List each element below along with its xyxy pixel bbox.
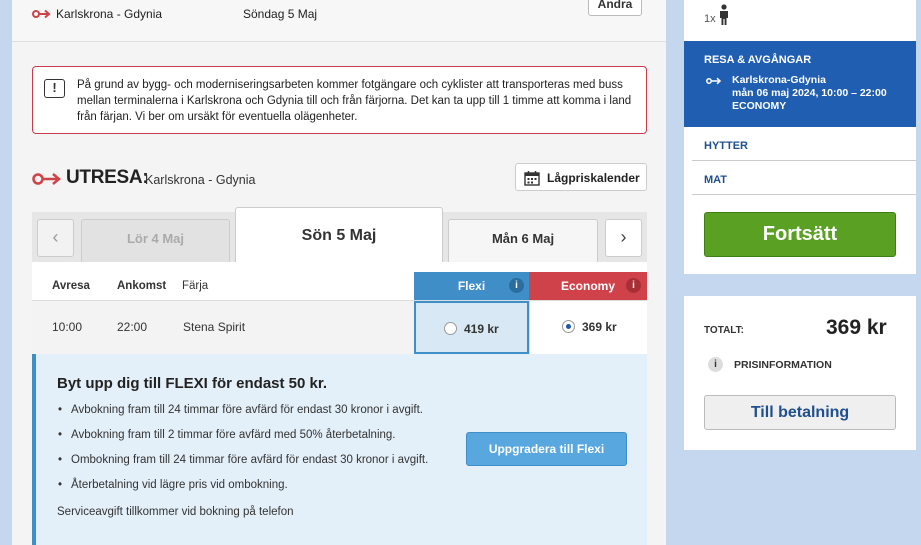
person-icon — [720, 4, 728, 25]
trip-route-line: Karlskrona-Gdynia — [732, 74, 826, 86]
sidebar-item-cabins[interactable]: HYTTER — [704, 140, 748, 152]
previous-dates-button[interactable]: ‹ — [37, 219, 74, 257]
departures-table: Avresa Ankomst Färja Flexi i Economy i 1… — [32, 262, 647, 545]
flexi-radio[interactable] — [444, 322, 457, 335]
outbound-route: Karlskrona - Gdynia — [145, 173, 256, 187]
price-summary-panel: TOTALT: 369 kr i PRISINFORMATION Till be… — [684, 296, 916, 450]
low-price-calendar-button[interactable]: Lågpriskalender — [515, 163, 647, 191]
date-tab-prev[interactable]: Lör 4 Maj — [81, 219, 230, 262]
divider — [692, 194, 916, 195]
next-dates-button[interactable]: › — [605, 219, 642, 257]
route-arrow-icon — [32, 9, 51, 19]
economy-price: 369 kr — [582, 320, 617, 334]
date-selector: ‹ Lör 4 Maj Sön 5 Maj Mån 6 Maj › — [32, 207, 647, 263]
date-tab-next[interactable]: Mån 6 Maj — [448, 219, 598, 262]
ferry-name: Stena Spirit — [183, 320, 246, 334]
upsell-title: Byt upp dig till FLEXI för endast 50 kr. — [57, 375, 328, 392]
booking-panel: Karlskrona - Gdynia Söndag 5 Maj Ändra !… — [12, 0, 666, 545]
exclamation-icon: ! — [44, 79, 65, 98]
price-info-link[interactable]: PRISINFORMATION — [734, 359, 832, 371]
trip-date: Söndag 5 Maj — [243, 7, 318, 21]
list-item: Avbokning fram till 2 timmar före avfärd… — [57, 429, 428, 454]
service-fee-note: Serviceavgift tillkommer vid bokning på … — [57, 506, 294, 518]
economy-radio[interactable] — [562, 320, 575, 333]
list-item: Ombokning fram till 24 timmar före avfär… — [57, 454, 428, 479]
flexi-column-header: Flexi i — [414, 272, 529, 300]
sidebar-item-food[interactable]: MAT — [704, 174, 727, 186]
departure-time: 10:00 — [52, 320, 83, 334]
flexi-header-label: Flexi — [457, 279, 486, 293]
economy-info-icon[interactable]: i — [626, 278, 641, 293]
economy-header-label: Economy — [560, 279, 615, 293]
checkout-button[interactable]: Till betalning — [704, 395, 896, 430]
upsell-benefits: Avbokning fram till 24 timmar före avfär… — [57, 404, 428, 504]
trip-step-title: RESA & AVGÅNGAR — [704, 54, 812, 66]
date-tab-active[interactable]: Sön 5 Maj — [235, 207, 443, 263]
flexi-fare-option[interactable]: 419 kr — [414, 301, 529, 354]
trip-class-line: ECONOMY — [732, 100, 787, 112]
table-row: 10:00 22:00 Stena Spirit 419 kr 369 kr — [32, 301, 647, 354]
calendar-icon — [524, 171, 540, 186]
column-header-departure: Avresa — [52, 280, 90, 292]
trip-route: Karlskrona - Gdynia — [56, 7, 163, 21]
flexi-price: 419 kr — [464, 322, 499, 336]
booking-steps-panel: 1x RESA & AVGÅNGAR Karlskrona-Gdynia mån… — [684, 0, 916, 274]
flexi-upsell-panel: Byt upp dig till FLEXI för endast 50 kr.… — [32, 354, 647, 545]
list-item: Återbetalning vid lägre pris vid ombokni… — [57, 479, 428, 504]
arrival-time: 22:00 — [117, 320, 148, 334]
change-button[interactable]: Ändra — [588, 0, 642, 16]
total-value: 369 kr — [826, 316, 887, 339]
column-header-arrival: Ankomst — [117, 280, 167, 292]
trip-step-active[interactable]: RESA & AVGÅNGAR Karlskrona-Gdynia mån 06… — [684, 41, 916, 127]
divider — [692, 160, 916, 161]
economy-column-header: Economy i — [529, 272, 647, 300]
info-icon[interactable]: i — [708, 357, 723, 372]
upgrade-to-flexi-button[interactable]: Uppgradera till Flexi — [466, 432, 627, 466]
column-header-ferry: Färja — [182, 280, 209, 292]
notice-alert: ! På grund av bygg- och moderniseringsar… — [32, 66, 647, 134]
continue-button[interactable]: Fortsätt — [704, 212, 896, 257]
notice-text: På grund av bygg- och moderniseringsarbe… — [77, 79, 632, 123]
route-arrow-icon — [706, 77, 722, 85]
outbound-title: UTRESA: — [66, 167, 149, 188]
list-item: Avbokning fram till 24 timmar före avfär… — [57, 404, 428, 429]
trip-summary-bar: Karlskrona - Gdynia Söndag 5 Maj Ändra — [12, 0, 666, 42]
route-arrow-icon — [32, 173, 61, 185]
total-label: TOTALT: — [704, 325, 744, 336]
trip-datetime-line: mån 06 maj 2024, 10:00 – 22:00 — [732, 87, 887, 99]
passenger-count: 1x — [704, 13, 716, 25]
economy-fare-option[interactable]: 369 kr — [529, 301, 647, 354]
low-price-calendar-label: Lågpriskalender — [547, 171, 640, 185]
flexi-info-icon[interactable]: i — [509, 278, 524, 293]
